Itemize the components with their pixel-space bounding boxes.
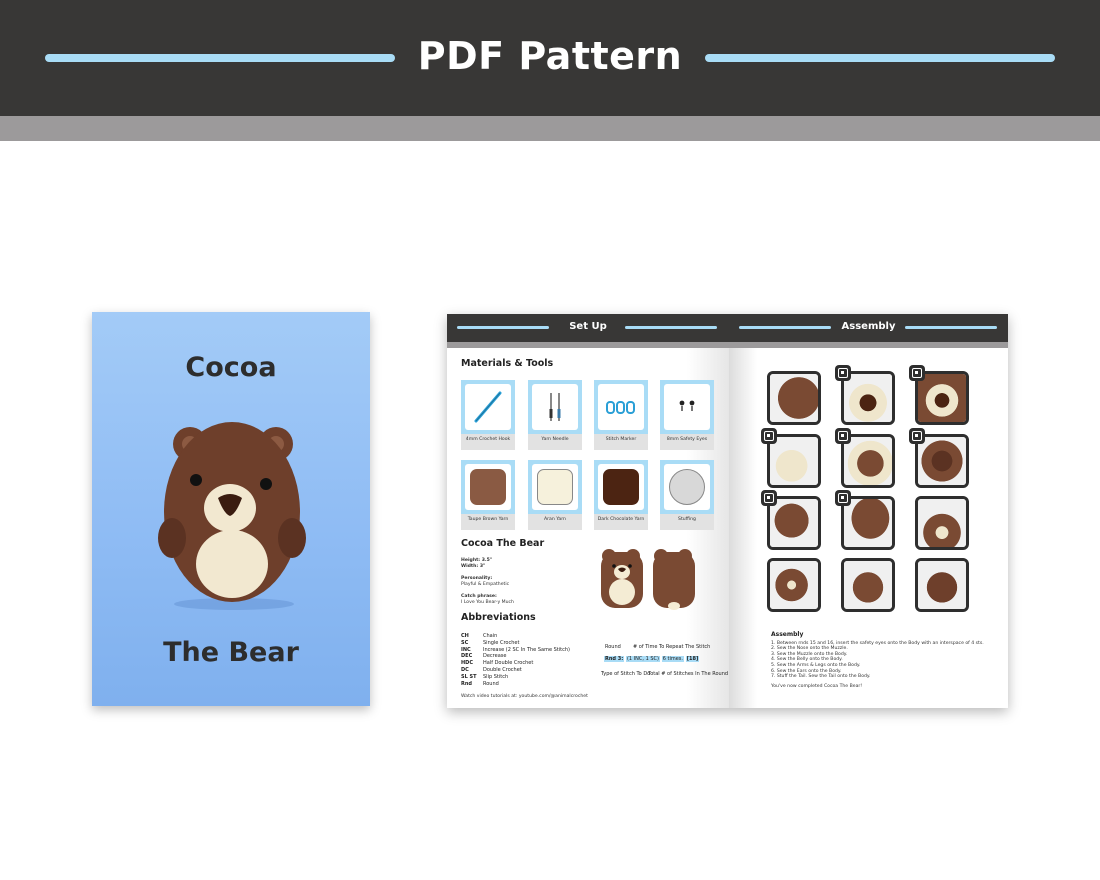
video-tutorial-note: Watch video tutorials at: youtube.com/@a… [461, 694, 588, 699]
round-example: Rnd 3: (1 INC, 1 SC) 6 times. [18] [604, 656, 700, 662]
top-banner: PDF Pattern [0, 0, 1100, 116]
personality-label: Personality: [461, 576, 493, 581]
assembly-heading: Assembly [771, 631, 804, 638]
grey-band [0, 116, 1100, 141]
assembly-instructions: Assembly 1. Between rnds 15 and 16, inse… [771, 632, 996, 689]
height-text: Height: 3.5" [461, 558, 493, 563]
assembly-page-header: Assembly [729, 314, 1008, 342]
tool-label: Stitch Marker [605, 437, 637, 442]
yarn-card-taupe: Taupe Brown Yarn [461, 460, 515, 530]
round-label: Round [605, 644, 621, 650]
step-icon [835, 428, 851, 444]
stuffing-swatch [669, 469, 705, 505]
abbreviation-table: CH Chain SC Single Crochet INC Increase (2 … [461, 633, 570, 687]
tool-card-needle: Yarn Needle [528, 380, 582, 450]
yarn-needle-icon [549, 393, 561, 421]
step-icon [835, 365, 851, 381]
tool-card-marker: Stitch Marker [594, 380, 648, 450]
catch-label: Catch phrase: [461, 594, 497, 599]
yarn-label: Stuffing [678, 517, 696, 522]
tool-card-eyes: 8mm Safety Eyes [660, 380, 714, 450]
type-label: Type of Stitch To Do [601, 671, 651, 677]
abbr-row: CH Chain [461, 633, 498, 639]
yarn-card-chocolate: Dark Chocolate Yarn [594, 460, 648, 530]
total-label: Total # of Stitches In The Round [648, 671, 729, 677]
assembly-page-band [729, 342, 1008, 348]
setup-page-band [447, 342, 729, 348]
step-icon [835, 490, 851, 506]
assembly-photo-9 [915, 496, 969, 550]
cover-title-line2: The Bear [163, 637, 299, 668]
header-rule-right [625, 326, 717, 329]
abbreviations-heading: Abbreviations [461, 612, 536, 623]
banner-rule-right [705, 54, 1055, 62]
personality-text: Playful & Empathetic [461, 582, 510, 587]
bear-illustration [601, 549, 695, 610]
pattern-cover: Cocoa The Bear [92, 312, 370, 706]
abbr-row: DC Double Crochet [461, 666, 522, 673]
bear-photo [158, 422, 306, 610]
assembly-photo-12 [915, 558, 969, 612]
abbr-row: SC Single Crochet [461, 639, 520, 646]
assembly-closing: You've now completed Cocoa The Bear! [771, 683, 863, 689]
cover-title-line1: Cocoa [185, 352, 277, 383]
crochet-hook-icon [474, 391, 502, 423]
yarn-swatch [537, 469, 573, 505]
abbr-row: DEC Decrease [461, 653, 507, 660]
tool-label: 8mm Safety Eyes [666, 437, 708, 442]
width-text: Width: 3" [461, 564, 486, 569]
step-icon [761, 428, 777, 444]
header-rule-right [905, 326, 997, 329]
materials-heading: Materials & Tools [461, 358, 554, 369]
setup-page-header: Set Up [447, 314, 729, 342]
character-heading: Cocoa The Bear [461, 538, 545, 549]
yarn-card-aran: Aran Yarn [528, 460, 582, 530]
abbr-row: SL ST Slip Stitch [461, 673, 509, 680]
booklet-spread: Set Up Materials & Tools 4mm Crochet Hoo… [447, 314, 1008, 708]
yarn-label: Aran Yarn [544, 517, 566, 522]
step-icon [761, 490, 777, 506]
assembly-step: 7. Stuff the Tail. Sew the Tail onto the… [771, 674, 871, 680]
abbr-row: Rnd Round [461, 680, 499, 687]
stitch-marker-icon [606, 401, 635, 414]
yarn-swatch [470, 469, 506, 505]
yarn-label: Taupe Brown Yarn [467, 517, 509, 522]
assembly-photo-11 [841, 558, 895, 612]
abbr-row: HDC Half Double Crochet [461, 660, 534, 667]
step-icon [909, 365, 925, 381]
tool-label: 4mm Crochet Hook [465, 437, 511, 442]
catch-text: I Love You Bear-y Much [461, 600, 514, 605]
setup-page: Set Up Materials & Tools 4mm Crochet Hoo… [447, 314, 729, 708]
assembly-photo-1 [767, 371, 821, 425]
tool-card-hook: 4mm Crochet Hook [461, 380, 515, 450]
yarn-label: Dark Chocolate Yarn [597, 517, 645, 522]
tool-label: Yarn Needle [541, 437, 569, 442]
character-size: Height: 3.5" Width: 3" Personality: Play… [461, 558, 514, 606]
abbr-row: INC Increase (2 SC In The Same Stitch) [461, 646, 570, 653]
assembly-photo-10 [767, 558, 821, 612]
yarn-card-stuffing: Stuffing [660, 460, 714, 530]
yarn-swatch [603, 469, 639, 505]
repeat-label: # of Time To Repeat The Stitch [633, 644, 711, 650]
safety-eyes-icon [679, 400, 695, 411]
assembly-page: Assembly Assembly 1. Between rnds 15 and… [729, 314, 1008, 708]
step-icon [909, 428, 925, 444]
